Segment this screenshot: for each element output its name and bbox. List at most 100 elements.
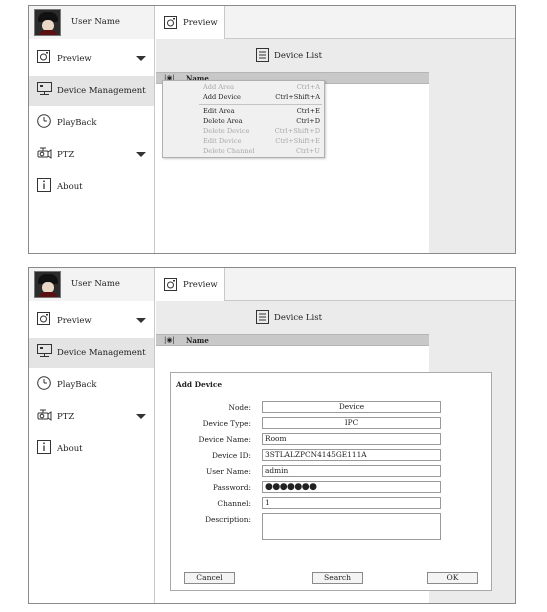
user-name: User Name [71,17,120,27]
device-type-label: Device Type: [202,419,251,428]
sidebar-item-label: Device Management [57,348,146,358]
node-label: Node: [228,403,251,412]
sidebar-item-about[interactable]: About [29,434,154,464]
sidebar-item-preview[interactable]: Preview [29,44,154,74]
password-label: Password: [212,483,251,492]
chevron-down-icon[interactable] [136,318,146,323]
menu-item-label: Add Device [203,93,241,101]
menu-item-label: Add Area [203,83,235,91]
list-icon [256,310,269,326]
right-panel [429,39,515,253]
sidebar-item-playback[interactable]: PlayBack [29,108,154,138]
tab-preview-label: Preview [183,18,218,28]
device-id-label: Device ID: [211,451,251,460]
top-bar: User Name Preview [29,268,515,301]
menu-item-label: Edit Area [203,107,235,115]
sidebar-item-label: PlayBack [57,380,97,390]
menu-item-add-device[interactable]: Add Device Ctrl+Shift+A [163,93,324,102]
password-field[interactable]: ●●●●●●● [262,481,441,493]
description-field[interactable] [262,513,441,540]
menu-item-delete-area[interactable]: Delete Area Ctrl+D [163,117,324,126]
clock-icon [37,376,51,392]
device-name-field[interactable]: Room [262,433,441,445]
device-list-header: Device List [156,301,429,334]
info-icon [37,440,51,456]
menu-item-label: Delete Area [203,117,243,125]
menu-item-shortcut: Ctrl+U [295,147,320,155]
menu-item-label: Delete Channel [203,147,255,155]
sidebar-item-about[interactable]: About [29,172,154,202]
sidebar-item-label: PTZ [57,150,75,160]
menu-item-shortcut: Ctrl+D [296,117,320,125]
device-id-field[interactable]: 3STLALZPCN4145GE111A [262,449,441,461]
clock-icon [37,114,51,130]
tab-preview-label: Preview [183,280,218,290]
chevron-down-icon[interactable] [136,56,146,61]
sidebar-item-preview[interactable]: Preview [29,306,154,336]
sidebar-item-label: About [57,182,83,192]
sidebar-item-label: PlayBack [57,118,97,128]
sidebar-item-label: About [57,444,83,454]
device-type-field[interactable]: IPC [262,417,441,429]
list-icon [256,48,269,64]
channel-label: Channel: [217,499,251,508]
top-bar: User Name Preview [29,6,515,39]
table-header: |◉| Name [156,334,429,346]
menu-item-edit-area[interactable]: Edit Area Ctrl+E [163,107,324,116]
menu-item-add-area[interactable]: Add Area Ctrl+A [163,83,324,92]
sidebar-item-label: PTZ [57,412,75,422]
menu-item-shortcut: Ctrl+E [296,107,320,115]
user-name-field[interactable]: admin [262,465,441,477]
menu-item-delete-channel[interactable]: Delete Channel Ctrl+U [163,147,324,156]
node-field[interactable]: Device [262,401,441,413]
monitor-icon [37,82,52,98]
sidebar-item-ptz[interactable]: PTZ [29,402,154,432]
monitor-icon [37,344,52,360]
device-list-title: Device List [274,51,322,61]
camera-icon [164,16,177,31]
chevron-down-icon[interactable] [136,414,146,419]
sidebar: Preview Device Management PlayBack PTZ A… [29,39,155,253]
description-label: Description: [205,515,251,524]
ptz-camera-icon [37,408,52,424]
context-menu: Add Area Ctrl+A Add Device Ctrl+Shift+A … [162,80,325,158]
chevron-down-icon[interactable] [136,152,146,157]
sidebar-item-label: Device Management [57,86,146,96]
camera-icon [164,278,177,293]
info-icon [37,178,51,194]
tab-preview[interactable]: Preview [155,268,225,301]
menu-item-edit-device[interactable]: Edit Device Ctrl+Shift+E [163,137,324,146]
user-area[interactable]: User Name [29,6,155,39]
device-list-title: Device List [274,313,322,323]
add-device-dialog: Add Device Node: Device Device Type: IPC… [170,372,492,591]
avatar [34,271,61,298]
select-all-checkbox[interactable]: |◉| [164,336,175,344]
avatar [34,9,61,36]
dialog-title: Add Device [176,380,223,389]
sidebar-item-device-management[interactable]: Device Management [29,76,154,106]
device-list-header: Device List [156,39,429,72]
menu-item-shortcut: Ctrl+Shift+D [274,127,320,135]
channel-field[interactable]: 1 [262,497,441,509]
camera-icon [37,312,50,327]
user-area[interactable]: User Name [29,268,155,301]
user-name-label: User Name: [205,467,251,476]
camera-icon [37,50,50,65]
user-name: User Name [71,279,120,289]
menu-item-delete-device[interactable]: Delete Device Ctrl+Shift+D [163,127,324,136]
tab-preview[interactable]: Preview [155,6,225,39]
sidebar-item-playback[interactable]: PlayBack [29,370,154,400]
device-name-label: Device Name: [198,435,251,444]
sidebar-item-label: Preview [57,316,92,326]
menu-item-label: Edit Device [203,137,242,145]
menu-item-shortcut: Ctrl+Shift+E [275,137,320,145]
sidebar-item-device-management[interactable]: Device Management [29,338,154,368]
menu-item-shortcut: Ctrl+Shift+A [275,93,320,101]
search-button[interactable]: Search [312,572,363,584]
column-name-header[interactable]: Name [186,336,209,345]
ptz-camera-icon [37,146,52,162]
ok-button[interactable]: OK [427,572,478,584]
sidebar-item-ptz[interactable]: PTZ [29,140,154,170]
cancel-button[interactable]: Cancel [184,572,235,584]
menu-separator [199,104,322,105]
